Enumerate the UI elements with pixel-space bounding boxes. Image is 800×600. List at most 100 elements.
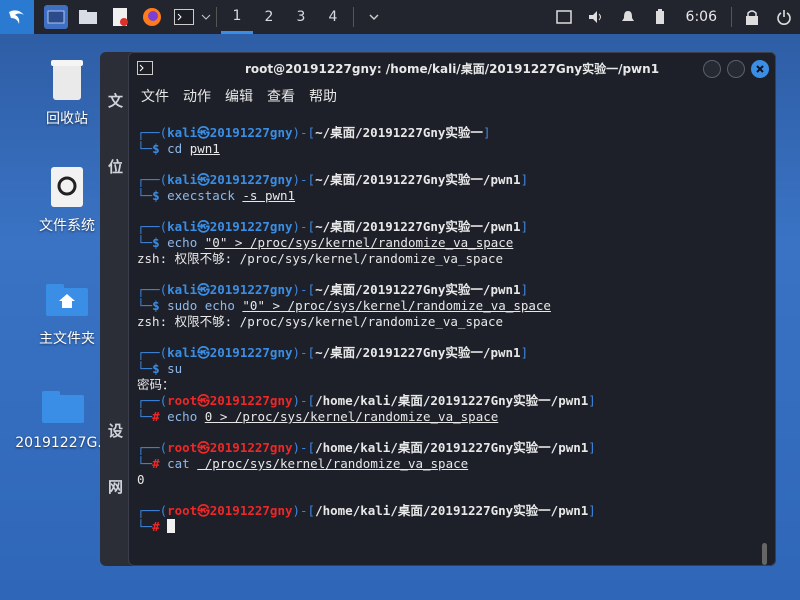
text-editor-launcher[interactable] xyxy=(108,5,132,29)
prompt-bracket: └─ xyxy=(137,409,153,424)
prompt-bracket: )-[ xyxy=(292,282,316,297)
prompt-symbol: # xyxy=(152,519,160,534)
prompt-header-line: ┌──(kali㉿20191227gny)-[~/桌面/20191227Gny实… xyxy=(137,125,757,141)
prompt-bracket: ┌──( xyxy=(137,440,168,455)
taskbar: 1 2 3 4 6:06 xyxy=(0,0,800,34)
prompt-user-host: kali㉿20191227gny xyxy=(167,219,293,234)
home-folder-icon xyxy=(45,278,89,322)
desktop-icon-folder[interactable]: 20191227G... xyxy=(15,385,111,451)
prompt-bracket: ] xyxy=(588,393,596,408)
show-desktop-button[interactable] xyxy=(44,5,68,29)
workspace-4[interactable]: 4 xyxy=(317,0,349,34)
desktop-icon-label: 主文件夹 xyxy=(39,331,95,347)
maximize-button[interactable] xyxy=(727,60,745,78)
minimize-button[interactable] xyxy=(703,60,721,78)
prompt-bracket: ] xyxy=(588,440,596,455)
workspace-3[interactable]: 3 xyxy=(285,0,317,34)
taskbar-separator xyxy=(353,7,354,27)
menu-view[interactable]: 查看 xyxy=(267,86,295,106)
firefox-launcher[interactable] xyxy=(140,5,164,29)
prompt-bracket: ┌──( xyxy=(137,219,168,234)
prompt-path: /home/kali/桌面/20191227Gny实验一/pwn1 xyxy=(315,440,589,455)
menu-file[interactable]: 文件 xyxy=(141,86,169,106)
prompt-bracket: ] xyxy=(520,282,529,297)
prompt-user-host: root㉿20191227gny xyxy=(167,440,293,455)
terminal-scrollbar[interactable] xyxy=(762,543,767,565)
prompt-symbol: $ xyxy=(152,361,160,376)
notifications-button[interactable] xyxy=(616,5,640,29)
menu-edit[interactable]: 编辑 xyxy=(225,86,253,106)
text-cursor xyxy=(167,519,176,533)
trash-icon xyxy=(45,58,89,102)
command-args: -s pwn1 xyxy=(242,188,296,203)
prompt-bracket: └─ xyxy=(137,141,153,156)
prompt-bracket: ┌──( xyxy=(137,393,168,408)
command-output: 0 xyxy=(137,472,145,487)
command-output: zsh: 权限不够: /proc/sys/kernel/randomize_va… xyxy=(137,314,504,329)
desktop-icon-filesystem[interactable]: 文件系统 xyxy=(22,165,112,235)
close-button[interactable] xyxy=(751,60,769,78)
lock-icon xyxy=(746,10,758,25)
prompt-symbol: $ xyxy=(152,141,160,156)
workspace-2[interactable]: 2 xyxy=(253,0,285,34)
file-manager-launcher[interactable] xyxy=(76,5,100,29)
prompt-header-line: ┌──(kali㉿20191227gny)-[~/桌面/20191227Gny实… xyxy=(137,282,757,298)
command-line: └─$ su xyxy=(137,361,757,377)
prompt-header-line: ┌──(root㉿20191227gny)-[/home/kali/桌面/201… xyxy=(137,393,757,409)
prompt-header-line: ┌──(root㉿20191227gny)-[/home/kali/桌面/201… xyxy=(137,440,757,456)
command-name: sudo echo xyxy=(167,298,235,313)
desktop-icon-trash[interactable]: 回收站 xyxy=(22,58,112,128)
workspace-1[interactable]: 1 xyxy=(221,0,253,34)
menu-actions[interactable]: 动作 xyxy=(183,86,211,106)
desktop-icon-home[interactable]: 主文件夹 xyxy=(22,278,112,348)
taskbar-separator xyxy=(216,7,217,27)
terminal-window[interactable]: root@20191227gny: /home/kali/桌面/20191227… xyxy=(128,52,776,566)
prompt-bracket: ┌──( xyxy=(137,345,168,360)
close-icon xyxy=(756,65,764,73)
clock[interactable]: 6:06 xyxy=(686,9,717,25)
block-gap xyxy=(137,330,757,345)
prompt-header-line: ┌──(root㉿20191227gny)-[/home/kali/桌面/201… xyxy=(137,503,757,519)
command-args: /proc/sys/kernel/randomize_va_space xyxy=(197,456,469,471)
terminal-launcher[interactable] xyxy=(172,5,196,29)
terminal-output[interactable]: ┌──(kali㉿20191227gny)-[~/桌面/20191227Gny实… xyxy=(137,125,757,535)
lock-screen-button[interactable] xyxy=(740,5,764,29)
battery-button[interactable] xyxy=(648,5,672,29)
prompt-symbol: # xyxy=(152,409,160,424)
prompt-user-host: kali㉿20191227gny xyxy=(167,282,293,297)
prompt-path: ~/桌面/20191227Gny实验一/pwn1 xyxy=(315,172,521,187)
prompt-path: ~/桌面/20191227Gny实验一/pwn1 xyxy=(315,282,521,297)
kali-menu-button[interactable] xyxy=(0,0,34,34)
command-line: └─$ sudo echo "0" > /proc/sys/kernel/ran… xyxy=(137,298,757,314)
volume-button[interactable] xyxy=(584,5,608,29)
prompt-user-host: root㉿20191227gny xyxy=(167,503,293,518)
menu-help[interactable]: 帮助 xyxy=(309,86,337,106)
prompt-header-line: ┌──(kali㉿20191227gny)-[~/桌面/20191227Gny实… xyxy=(137,345,757,361)
prompt-path: ~/桌面/20191227Gny实验一 xyxy=(315,125,483,140)
battery-icon xyxy=(655,9,664,24)
prompt-bracket: └─ xyxy=(137,188,153,203)
terminal-dropdown[interactable] xyxy=(200,5,212,29)
kali-dragon-icon xyxy=(9,10,24,24)
command-args: 0 > /proc/sys/kernel/randomize_va_space xyxy=(204,409,499,424)
power-button[interactable] xyxy=(772,5,796,29)
display-settings-button[interactable] xyxy=(552,5,576,29)
window-list-button[interactable] xyxy=(362,5,386,29)
prompt-bracket: └─ xyxy=(137,519,153,534)
prompt-bracket: ┌──( xyxy=(137,503,168,518)
block-gap xyxy=(137,425,757,440)
prompt-bracket: )-[ xyxy=(292,345,316,360)
command-args: "0" > /proc/sys/kernel/randomize_va_spac… xyxy=(204,235,514,250)
volume-icon xyxy=(588,11,601,23)
terminal-titlebar[interactable]: root@20191227gny: /home/kali/桌面/20191227… xyxy=(129,53,775,83)
fm-side-label: 设 xyxy=(108,422,124,440)
